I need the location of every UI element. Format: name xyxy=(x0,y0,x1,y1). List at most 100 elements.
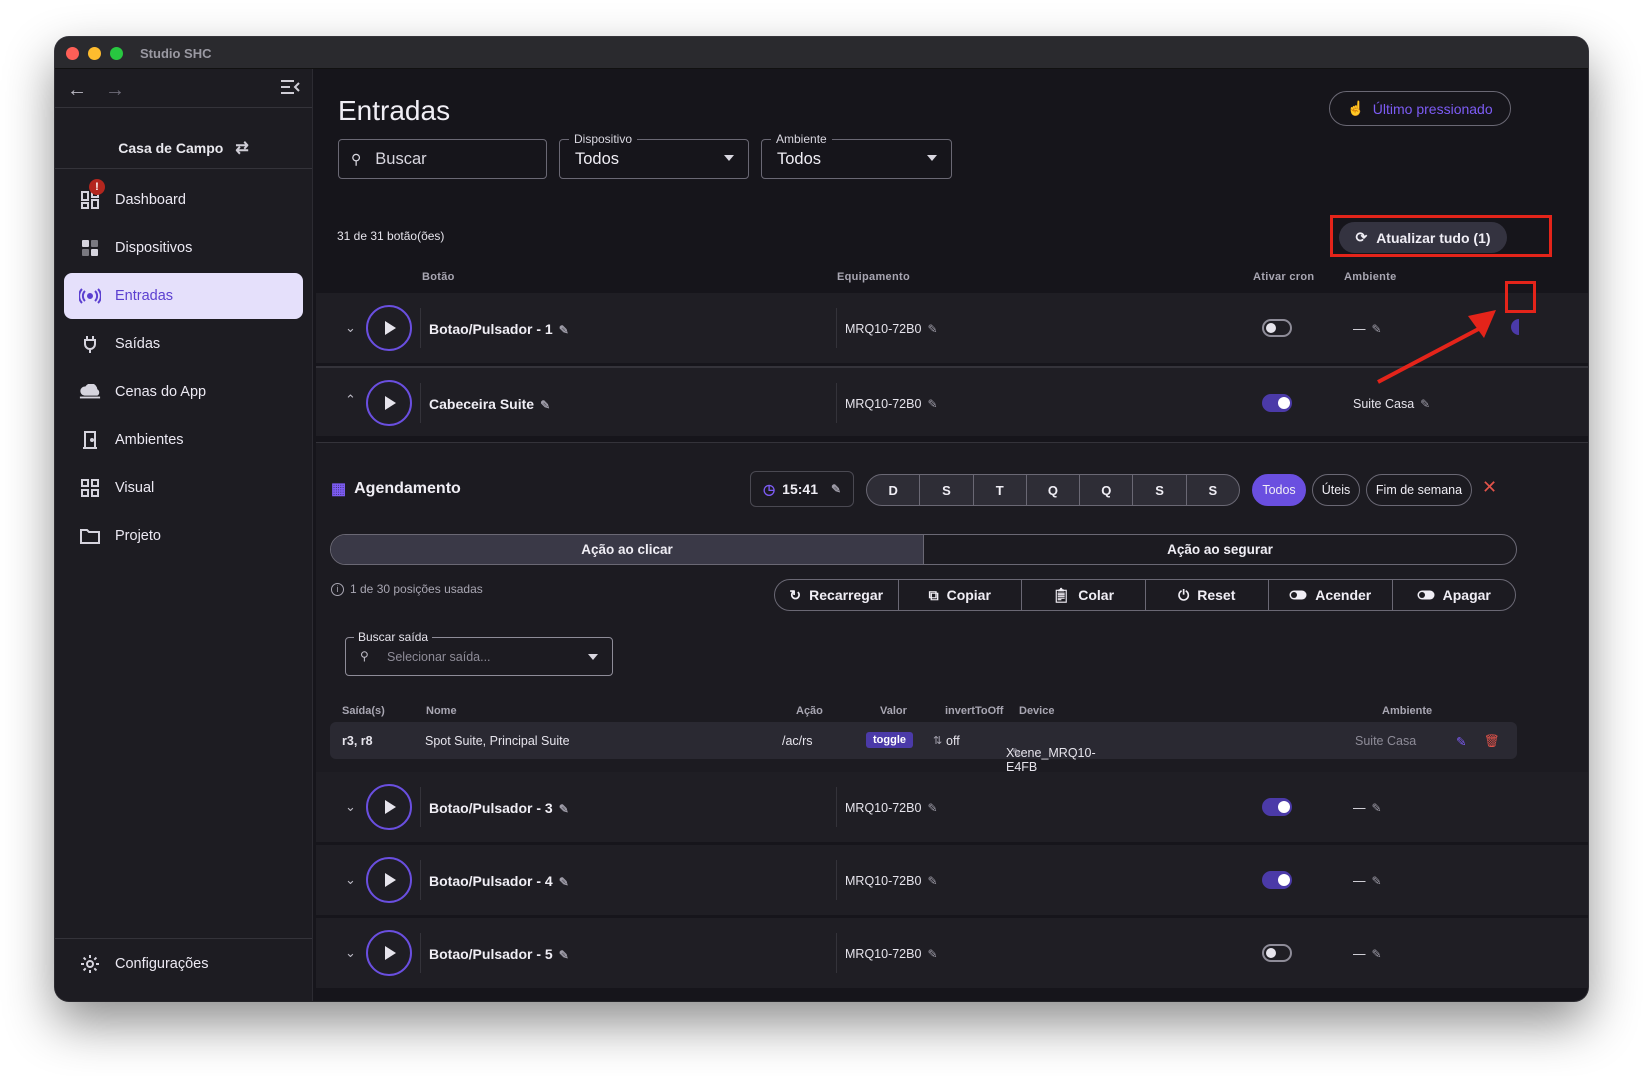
edit-pencil-icon[interactable]: ✎ xyxy=(927,947,937,961)
cron-toggle[interactable] xyxy=(1262,944,1292,962)
divider xyxy=(420,860,421,900)
preset-todos-chip[interactable]: Todos xyxy=(1252,474,1306,506)
output-search-select[interactable]: Buscar saída ⚲ Selecionar saída... xyxy=(345,630,613,676)
dropdown-caret-icon xyxy=(588,654,598,660)
edit-pencil-icon[interactable]: ✎ xyxy=(559,323,569,337)
day-toggle[interactable]: D xyxy=(867,475,921,505)
close-window-button[interactable] xyxy=(66,47,79,60)
tab-click-action[interactable]: Ação ao clicar xyxy=(331,535,924,564)
back-arrow-icon[interactable]: ← xyxy=(67,79,87,103)
table-header: Nome xyxy=(426,705,457,717)
sidebar-item-ambientes[interactable]: Ambientes xyxy=(64,417,303,463)
edit-pencil-icon[interactable]: ✎ xyxy=(1372,801,1382,815)
scroll-handle[interactable] xyxy=(1511,319,1519,335)
edit-pencil-icon[interactable]: ✎ xyxy=(1012,746,1022,760)
dropdown-caret-icon xyxy=(927,155,937,161)
turn-off-button[interactable]: Apagar xyxy=(1393,580,1516,610)
edit-pencil-icon[interactable]: ✎ xyxy=(1420,397,1430,411)
turn-on-button[interactable]: Acender xyxy=(1269,580,1393,610)
sidebar-item-visual[interactable]: Visual xyxy=(64,465,303,511)
edit-pencil-icon[interactable]: ✎ xyxy=(927,397,937,411)
day-toggle[interactable]: S xyxy=(920,475,974,505)
reset-button[interactable]: ⏻ Reset xyxy=(1146,580,1269,610)
table-row[interactable]: r3, r8 Spot Suite, Principal Suite /ac/r… xyxy=(330,722,1517,774)
input-row[interactable]: ⌄ Botao/Pulsador - 4 ✎ MRQ10-72B0 ✎ — ✎ xyxy=(316,845,1588,915)
preset-uteis-chip[interactable]: Úteis xyxy=(1312,474,1360,506)
sidebar-item-dispositivos[interactable]: Dispositivos xyxy=(64,225,303,271)
house-switcher[interactable]: Casa de Campo ⇄ xyxy=(55,128,312,168)
tab-hold-action[interactable]: Ação ao segurar xyxy=(924,535,1516,564)
time-picker[interactable]: ◷ 15:41 ✎ xyxy=(750,471,854,507)
usage-info: i 1 de 30 posições usadas xyxy=(331,582,483,596)
sidebar-item-entradas[interactable]: Entradas xyxy=(64,273,303,319)
edit-pencil-icon[interactable]: ✎ xyxy=(927,322,937,336)
play-button[interactable] xyxy=(366,930,412,976)
annotation-highlight-box xyxy=(1505,281,1536,313)
environment-select[interactable]: Ambiente Todos xyxy=(761,132,952,179)
chevron-up-icon[interactable]: ⌃ xyxy=(345,392,356,408)
sidebar-item-configuracoes[interactable]: Configurações xyxy=(64,941,303,987)
environment-cell: Suite Casa xyxy=(1355,734,1417,748)
divider xyxy=(836,787,837,827)
search-placeholder: Buscar xyxy=(375,149,427,168)
edit-pencil-icon[interactable]: ✎ xyxy=(559,802,569,816)
reload-button[interactable]: ↻ Recarregar xyxy=(775,580,899,610)
play-button[interactable] xyxy=(366,380,412,426)
play-button[interactable] xyxy=(366,305,412,351)
search-input[interactable]: ⚲ Buscar xyxy=(338,139,547,179)
edit-pencil-icon[interactable]: ✎ xyxy=(559,875,569,889)
device-select-label: Dispositivo xyxy=(569,132,638,146)
cron-toggle[interactable] xyxy=(1262,871,1292,889)
edit-pencil-icon[interactable]: ✎ xyxy=(927,874,937,888)
edit-pencil-icon[interactable]: ✎ xyxy=(540,398,550,412)
cron-toggle[interactable] xyxy=(1262,394,1292,412)
day-toggle[interactable]: S xyxy=(1133,475,1187,505)
forward-arrow-icon[interactable]: → xyxy=(105,79,125,103)
input-row[interactable]: ⌄ Botao/Pulsador - 3 ✎ MRQ10-72B0 ✎ — ✎ xyxy=(316,772,1588,842)
input-name: Botao/Pulsador - 4 ✎ xyxy=(429,873,569,889)
equipment-name: MRQ10-72B0 ✎ xyxy=(845,947,938,961)
chevron-down-icon[interactable]: ⌄ xyxy=(345,320,356,336)
device-select[interactable]: Dispositivo Todos xyxy=(559,132,749,179)
weekday-selector: D S T Q Q S S xyxy=(866,474,1240,506)
sidebar-item-projeto[interactable]: Projeto xyxy=(64,513,303,559)
input-row[interactable]: ⌄ Botao/Pulsador - 5 ✎ MRQ10-72B0 ✎ — ✎ xyxy=(316,918,1588,988)
day-toggle[interactable]: T xyxy=(974,475,1027,505)
chevron-down-icon[interactable]: ⌄ xyxy=(345,799,356,815)
edit-pencil-icon[interactable]: ✎ xyxy=(831,482,841,496)
input-row[interactable]: ⌃ Cabeceira Suite ✎ MRQ10-72B0 ✎ Suite Cas… xyxy=(316,366,1588,436)
cron-toggle[interactable] xyxy=(1262,319,1292,337)
environment-value: — ✎ xyxy=(1353,874,1382,888)
edit-pencil-icon[interactable]: ✎ xyxy=(1372,947,1382,961)
day-toggle[interactable]: Q xyxy=(1080,475,1134,505)
sidebar-item-saidas[interactable]: Saídas xyxy=(64,321,303,367)
copy-button[interactable]: ⧉ Copiar xyxy=(899,580,1022,610)
edit-pencil-icon[interactable]: ✎ xyxy=(1372,322,1382,336)
day-toggle[interactable]: Q xyxy=(1027,475,1081,505)
maximize-window-button[interactable] xyxy=(110,47,123,60)
sidebar-item-dashboard[interactable]: ! Dashboard xyxy=(64,177,303,223)
last-pressed-button[interactable]: ☝ Último pressionado xyxy=(1329,91,1511,126)
trash-icon[interactable]: 🗑︎ xyxy=(1484,734,1500,749)
button-count: 31 de 31 botão(ões) xyxy=(337,229,445,243)
close-icon[interactable]: ✕ xyxy=(1482,477,1497,498)
preset-weekend-chip[interactable]: Fim de semana xyxy=(1366,474,1472,506)
edit-pencil-icon[interactable]: ✎ xyxy=(1372,874,1382,888)
cron-toggle[interactable] xyxy=(1262,798,1292,816)
search-icon: ⚲ xyxy=(360,649,369,663)
sidebar-item-cenas-do-app[interactable]: Cenas do App xyxy=(64,369,303,415)
edit-pencil-icon[interactable]: ✎ xyxy=(927,801,937,815)
day-toggle[interactable]: S xyxy=(1187,475,1239,505)
minimize-window-button[interactable] xyxy=(88,47,101,60)
paste-button[interactable]: 📋︎ Colar xyxy=(1022,580,1146,610)
edit-pencil-icon[interactable]: ✎ xyxy=(1456,734,1466,749)
collapse-sidebar-icon[interactable] xyxy=(280,79,300,100)
divider xyxy=(55,938,312,939)
input-row[interactable]: ⌄ Botao/Pulsador - 1 ✎ MRQ10-72B0 ✎ — ✎ xyxy=(316,293,1588,363)
chevron-down-icon[interactable]: ⌄ xyxy=(345,872,356,888)
chevron-down-icon[interactable]: ⌄ xyxy=(345,945,356,961)
edit-pencil-icon[interactable]: ✎ xyxy=(559,948,569,962)
play-button[interactable] xyxy=(366,857,412,903)
outputs-cell: r3, r8 xyxy=(342,734,373,748)
play-button[interactable] xyxy=(366,784,412,830)
